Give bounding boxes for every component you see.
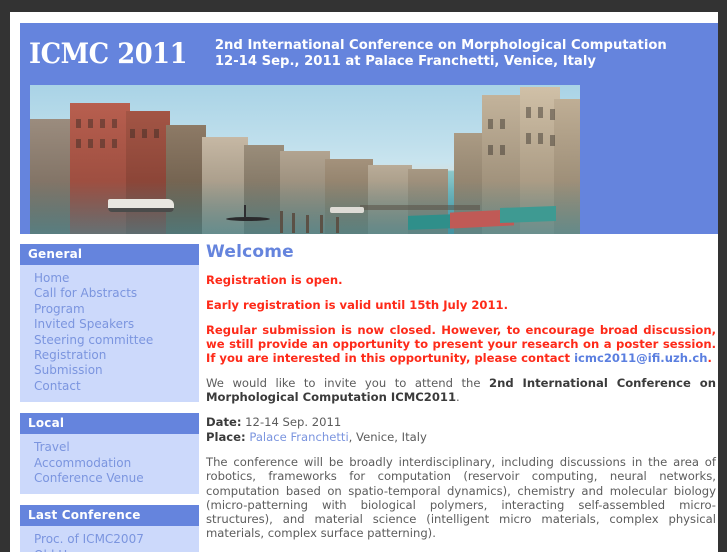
photo-vaporetto-hull bbox=[108, 208, 174, 212]
photo-window bbox=[112, 119, 117, 128]
sidebar-item-proc-icmc2007[interactable]: Proc. of ICMC2007 bbox=[20, 532, 199, 547]
sidebar-item-submission[interactable]: Submission bbox=[20, 363, 199, 378]
photo-window bbox=[500, 119, 505, 129]
alert-submission-closed: Regular submission is now closed. Howeve… bbox=[206, 323, 716, 365]
date-label: Date: bbox=[206, 415, 242, 430]
place-label: Place: bbox=[206, 429, 246, 444]
venue-link[interactable]: Palace Franchetti bbox=[249, 430, 348, 444]
photo-window bbox=[142, 129, 147, 138]
photo-awning bbox=[500, 206, 556, 223]
photo-window bbox=[488, 145, 493, 155]
place-location: , Venice, Italy bbox=[348, 429, 427, 444]
photo-mooring-pole bbox=[292, 213, 295, 233]
sidebar-item-old-homepage[interactable]: Old Homepage bbox=[20, 548, 199, 552]
contact-email-link[interactable]: icmc2011@ifi.uzh.ch bbox=[574, 351, 707, 365]
sidebar-item-program[interactable]: Program bbox=[20, 302, 199, 317]
alert-early-registration: Early registration is valid until 15th J… bbox=[206, 298, 509, 312]
page-title: Welcome bbox=[206, 242, 294, 262]
sidebar-section-general: General Home Call for Abstracts Program … bbox=[20, 244, 199, 403]
invitation-period: . bbox=[456, 390, 460, 405]
sidebar-header-last-conference: Last Conference bbox=[20, 505, 199, 527]
photo-window bbox=[100, 119, 105, 128]
page-container: ICMC 2011 2nd International Conference o… bbox=[10, 12, 718, 552]
sidebar-list-general: Home Call for Abstracts Program Invited … bbox=[20, 265, 199, 403]
sidebar-item-travel[interactable]: Travel bbox=[20, 440, 199, 455]
photo-window bbox=[526, 107, 531, 118]
alert-registration-open: Registration is open. bbox=[206, 273, 343, 287]
alert-submission-period: . bbox=[707, 351, 712, 365]
banner-subtitle: 2nd International Conference on Morpholo… bbox=[215, 38, 667, 70]
sidebar-item-home[interactable]: Home bbox=[20, 271, 199, 286]
photo-window bbox=[154, 129, 159, 138]
photo-window bbox=[500, 145, 505, 155]
scope-paragraph: The conference will be broadly interdisc… bbox=[206, 455, 716, 541]
site-logo: ICMC 2011 bbox=[29, 37, 188, 70]
sidebar-item-invited-speakers[interactable]: Invited Speakers bbox=[20, 317, 199, 332]
sidebar-section-last-conference: Last Conference Proc. of ICMC2007 Old Ho… bbox=[20, 505, 199, 552]
sidebar-divider bbox=[20, 494, 199, 505]
sidebar: General Home Call for Abstracts Program … bbox=[20, 244, 199, 552]
event-details: Date: 12-14 Sep. 2011 Place: Palace Fran… bbox=[206, 415, 716, 444]
photo-mooring-pole bbox=[336, 217, 339, 233]
photo-gondola bbox=[226, 217, 270, 221]
sidebar-item-accommodation[interactable]: Accommodation bbox=[20, 456, 199, 471]
banner-title-row: ICMC 2011 2nd International Conference o… bbox=[20, 23, 718, 85]
main-content: Welcome Registration is open. Early regi… bbox=[206, 242, 716, 552]
photo-dock bbox=[360, 205, 480, 210]
photo-boat bbox=[330, 207, 364, 213]
sidebar-header-local: Local bbox=[20, 413, 199, 435]
photo-window bbox=[130, 129, 135, 138]
photo-window bbox=[76, 139, 81, 148]
banner-line-2: 12-14 Sep., 2011 at Palace Franchetti, V… bbox=[214, 54, 596, 69]
photo-window bbox=[538, 133, 543, 144]
sidebar-item-contact[interactable]: Contact bbox=[20, 379, 199, 394]
sidebar-section-local: Local Travel Accommodation Conference Ve… bbox=[20, 413, 199, 495]
photo-window bbox=[76, 119, 81, 128]
photo-window bbox=[88, 119, 93, 128]
sidebar-divider bbox=[20, 402, 199, 413]
photo-window bbox=[550, 135, 555, 146]
photo-awning bbox=[408, 214, 456, 230]
sidebar-header-general: General bbox=[20, 244, 199, 265]
photo-mooring-pole bbox=[280, 211, 283, 233]
sidebar-list-last-conference: Proc. of ICMC2007 Old Homepage bbox=[20, 526, 199, 552]
sidebar-item-call-for-abstracts[interactable]: Call for Abstracts bbox=[20, 286, 199, 301]
banner-line-1: 2nd International Conference on Morpholo… bbox=[214, 38, 667, 53]
invitation-paragraph: We would like to invite you to attend th… bbox=[206, 376, 716, 404]
date-value: 12-14 Sep. 2011 bbox=[241, 415, 342, 430]
photo-window bbox=[488, 119, 493, 129]
photo-window bbox=[88, 139, 93, 148]
photo-mooring-pole bbox=[306, 215, 309, 233]
sidebar-item-registration[interactable]: Registration bbox=[20, 348, 199, 363]
photo-mooring-pole bbox=[320, 215, 323, 233]
photo-window bbox=[112, 139, 117, 148]
photo-window bbox=[550, 109, 555, 120]
sidebar-item-steering-committee[interactable]: Steering committee bbox=[20, 333, 199, 348]
venice-banner-photo bbox=[30, 85, 580, 234]
photo-window bbox=[526, 133, 531, 144]
photo-window bbox=[538, 107, 543, 118]
sidebar-item-conference-venue[interactable]: Conference Venue bbox=[20, 471, 199, 486]
photo-window bbox=[100, 139, 105, 148]
invitation-lead: We would like to invite you to attend th… bbox=[206, 376, 490, 390]
sidebar-list-local: Travel Accommodation Conference Venue bbox=[20, 434, 199, 495]
photo-gondolier bbox=[244, 205, 246, 218]
site-banner: ICMC 2011 2nd International Conference o… bbox=[20, 23, 718, 234]
